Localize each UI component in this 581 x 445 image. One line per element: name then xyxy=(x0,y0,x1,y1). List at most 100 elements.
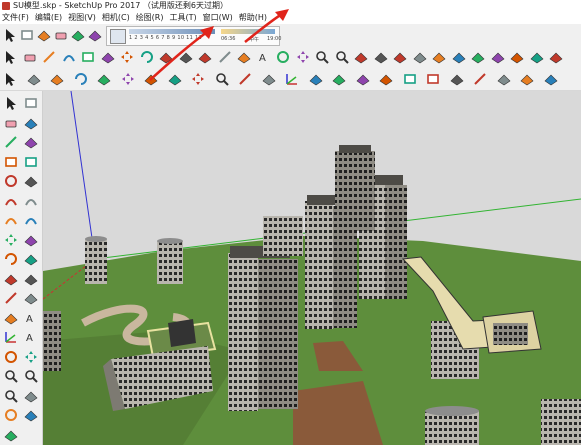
pencil-line-icon[interactable] xyxy=(41,49,57,65)
shadow-settings-icon[interactable] xyxy=(87,27,103,43)
orbit-icon[interactable] xyxy=(275,49,291,65)
scale-icon[interactable] xyxy=(3,271,19,287)
component-icon[interactable] xyxy=(19,27,35,43)
menu-draw[interactable]: 绘图(R) xyxy=(134,12,168,24)
select-arrow-icon[interactable] xyxy=(2,49,18,65)
move-icon[interactable] xyxy=(3,232,19,248)
three-point-arc-icon[interactable] xyxy=(3,212,19,228)
axes-icon[interactable] xyxy=(3,329,19,345)
styles-icon[interactable] xyxy=(70,27,86,43)
scale-icon[interactable] xyxy=(158,49,174,65)
scale-icon[interactable] xyxy=(261,71,277,87)
menu-edit[interactable]: 编辑(E) xyxy=(33,12,66,24)
look-around-icon[interactable] xyxy=(3,407,19,423)
orbit-icon[interactable] xyxy=(3,349,19,365)
fog-icon[interactable] xyxy=(496,71,512,87)
pie-icon[interactable] xyxy=(23,212,39,228)
zoom-icon[interactable] xyxy=(3,368,19,384)
offset-icon[interactable] xyxy=(96,71,112,87)
rectangle-icon[interactable] xyxy=(3,154,19,170)
time-slider[interactable] xyxy=(221,29,275,34)
menu-file[interactable]: 文件(F) xyxy=(0,12,33,24)
eraser-icon[interactable] xyxy=(53,27,69,43)
solid-trim-icon[interactable] xyxy=(392,49,408,65)
freehand-icon[interactable] xyxy=(23,134,39,150)
push-pull-icon[interactable] xyxy=(23,232,39,248)
rotate-icon[interactable] xyxy=(73,71,89,87)
zoom-icon[interactable] xyxy=(214,71,230,87)
3d-text-icon[interactable]: A xyxy=(23,329,39,345)
rotated-rectangle-icon[interactable] xyxy=(23,154,39,170)
push-pull-icon[interactable] xyxy=(100,49,116,65)
components-icon[interactable] xyxy=(425,71,441,87)
protractor-icon[interactable] xyxy=(3,310,19,326)
menu-tools[interactable]: 工具(T) xyxy=(168,12,201,24)
pan-icon[interactable] xyxy=(190,71,206,87)
zoom-icon[interactable] xyxy=(314,49,330,65)
rotate-icon[interactable] xyxy=(139,49,155,65)
axes-icon[interactable] xyxy=(284,71,300,87)
circle-icon[interactable] xyxy=(3,173,19,189)
push-pull-icon[interactable] xyxy=(26,71,42,87)
select-arrow-icon[interactable] xyxy=(3,95,19,111)
protractor-icon[interactable] xyxy=(331,71,347,87)
select-arrow-icon[interactable] xyxy=(2,71,18,87)
paint-bucket-icon[interactable] xyxy=(36,27,52,43)
dimension-icon[interactable] xyxy=(23,290,39,306)
follow-me-icon[interactable] xyxy=(197,49,213,65)
tape-measure-icon[interactable] xyxy=(217,49,233,65)
menu-help[interactable]: 帮助(H) xyxy=(237,12,271,24)
offset-icon[interactable] xyxy=(23,271,39,287)
zoom-window-icon[interactable] xyxy=(23,368,39,384)
section-plane-icon[interactable] xyxy=(308,71,324,87)
tape-measure-icon[interactable] xyxy=(237,71,253,87)
pan-icon[interactable] xyxy=(23,349,39,365)
pan-icon[interactable] xyxy=(295,49,311,65)
outliner-icon[interactable] xyxy=(472,71,488,87)
month-slider[interactable] xyxy=(129,29,215,34)
match-photo-icon[interactable] xyxy=(519,71,535,87)
zoom-extents-icon[interactable] xyxy=(3,388,19,404)
walk-icon[interactable] xyxy=(167,71,183,87)
solid-split-icon[interactable] xyxy=(412,49,428,65)
line-icon[interactable] xyxy=(3,134,19,150)
layout-icon[interactable] xyxy=(402,71,418,87)
paint-bucket-icon[interactable] xyxy=(143,71,159,87)
stamp-icon[interactable] xyxy=(490,49,506,65)
sandbox-from-contours-icon[interactable] xyxy=(431,49,447,65)
menu-camera[interactable]: 相机(C) xyxy=(100,12,134,24)
solid-union-icon[interactable] xyxy=(353,49,369,65)
solid-subtract-icon[interactable] xyxy=(373,49,389,65)
move-icon[interactable] xyxy=(119,49,135,65)
rotate-icon[interactable] xyxy=(3,251,19,267)
position-camera-icon[interactable] xyxy=(23,388,39,404)
model-viewport[interactable] xyxy=(43,91,581,445)
drape-icon[interactable] xyxy=(509,49,525,65)
sandbox-from-scratch-icon[interactable] xyxy=(451,49,467,65)
dimension-icon[interactable] xyxy=(236,49,252,65)
paint-bucket-icon[interactable] xyxy=(23,115,39,131)
eraser-icon[interactable] xyxy=(3,115,19,131)
section-plane-icon[interactable] xyxy=(3,427,19,443)
rectangle-dropdown-icon[interactable] xyxy=(80,49,96,65)
select-arrow-icon[interactable] xyxy=(2,27,18,43)
smoove-icon[interactable] xyxy=(470,49,486,65)
text-icon[interactable]: A xyxy=(23,310,39,326)
make-component-icon[interactable] xyxy=(23,95,39,111)
3d-warehouse-icon[interactable] xyxy=(355,71,371,87)
zoom-extents-icon[interactable] xyxy=(334,49,350,65)
arc-dropdown-icon[interactable] xyxy=(61,49,77,65)
add-detail-icon[interactable] xyxy=(529,49,545,65)
flip-edge-icon[interactable] xyxy=(548,49,564,65)
text-icon[interactable]: A xyxy=(256,49,272,65)
extension-warehouse-icon[interactable] xyxy=(378,71,394,87)
offset-icon[interactable] xyxy=(178,49,194,65)
arc-icon[interactable] xyxy=(3,193,19,209)
eraser-icon[interactable] xyxy=(22,49,38,65)
move-icon[interactable] xyxy=(120,71,136,87)
menu-window[interactable]: 窗口(W) xyxy=(201,12,237,24)
shadow-toggle-icon[interactable] xyxy=(110,29,126,44)
two-point-arc-icon[interactable] xyxy=(23,193,39,209)
walk-icon[interactable] xyxy=(23,407,39,423)
follow-me-icon[interactable] xyxy=(23,251,39,267)
